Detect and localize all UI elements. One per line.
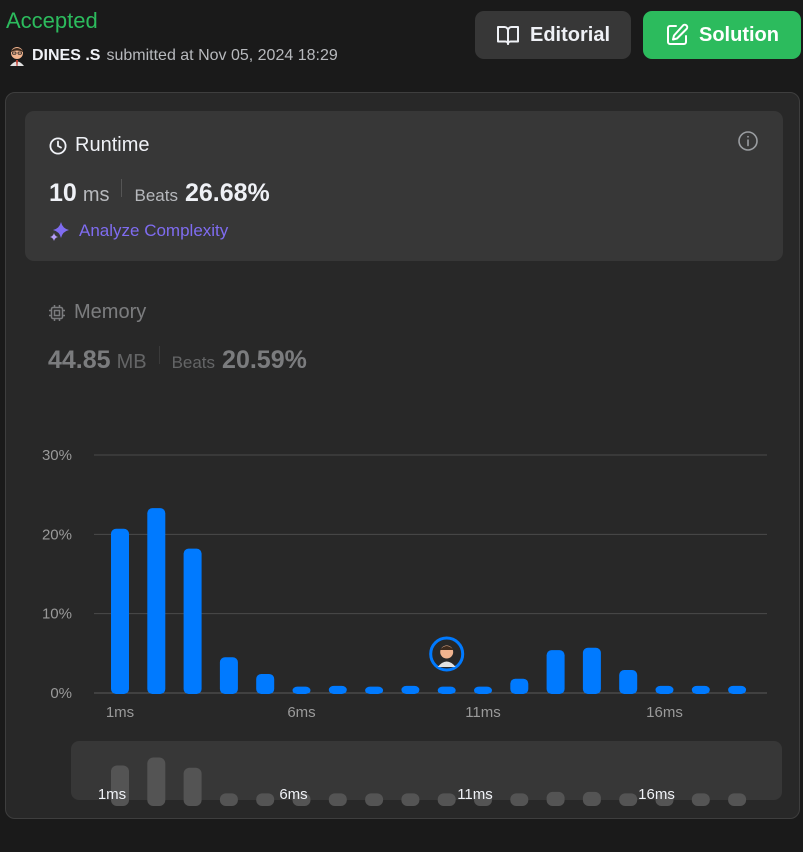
chart-bar[interactable]: [582, 647, 601, 694]
memory-title-row: Memory: [48, 301, 146, 324]
runtime-beats-value: 26.68%: [184, 179, 270, 207]
edit-icon: [667, 23, 689, 45]
memory-unit: MB: [116, 351, 147, 373]
overview-bar[interactable]: [582, 791, 601, 806]
memory-title: Memory: [74, 301, 147, 323]
overview-bar[interactable]: [510, 793, 529, 806]
overview-bar[interactable]: [292, 793, 311, 806]
editorial-button[interactable]: Editorial: [475, 11, 631, 59]
memory-beats-label: Beats: [171, 353, 216, 372]
chart-bar[interactable]: [256, 673, 275, 694]
overview-bar[interactable]: [256, 793, 275, 806]
memory-value-row: 44.85 MB Beats 20.59%: [48, 346, 307, 375]
chart-bar[interactable]: [619, 669, 638, 694]
editorial-label: Editorial: [529, 23, 610, 46]
chart-bar[interactable]: [691, 685, 710, 694]
chart-bar[interactable]: [183, 548, 202, 694]
chart-bar[interactable]: [728, 685, 747, 694]
runtime-beats-label: Beats: [134, 186, 178, 205]
book-icon: [496, 26, 519, 45]
submitted-time: submitted at Nov 05, 2024 18:29: [106, 47, 338, 64]
chart-bar[interactable]: [365, 686, 384, 694]
user-marker[interactable]: [429, 636, 465, 672]
memory-panel[interactable]: Memory 44.85 MB Beats 20.59%: [48, 301, 548, 401]
overview-bar[interactable]: [219, 793, 238, 806]
analyze-complexity-link[interactable]: Analyze Complexity: [49, 220, 228, 242]
solution-label: Solution: [699, 23, 779, 46]
overview-bar[interactable]: [183, 767, 202, 806]
overview-bar[interactable]: [437, 793, 456, 806]
runtime-panel[interactable]: Runtime 10 ms Beats 26.68% Analyze Compl…: [25, 111, 783, 261]
overview-bar[interactable]: [111, 765, 129, 806]
submission-info: DINES .S submitted at Nov 05, 2024 18:29: [8, 46, 338, 66]
overview-bar[interactable]: [401, 793, 420, 806]
chip-icon: [49, 304, 65, 321]
overview-bar[interactable]: [655, 793, 674, 806]
runtime-value-row: 10 ms Beats 26.68%: [49, 179, 270, 208]
runtime-value: 10: [49, 179, 77, 207]
chart-bar[interactable]: [328, 685, 347, 694]
overview-bar[interactable]: [365, 793, 384, 806]
solution-button[interactable]: Solution: [643, 11, 801, 59]
overview-bar[interactable]: [546, 791, 565, 806]
chart-bar[interactable]: [292, 686, 311, 694]
chart-bar[interactable]: [474, 686, 492, 694]
overview-bar[interactable]: [328, 793, 347, 806]
user-avatar-icon[interactable]: [8, 46, 26, 66]
result-card: Runtime 10 ms Beats 26.68% Analyze Compl…: [5, 92, 800, 819]
chart-bar[interactable]: [111, 528, 129, 694]
runtime-unit: ms: [82, 184, 110, 206]
chart-bar[interactable]: [655, 685, 674, 694]
clock-icon: [49, 137, 67, 154]
chart-bar[interactable]: [510, 678, 529, 694]
sparkle-icon: [50, 222, 69, 241]
status-accepted: Accepted: [6, 8, 98, 33]
overview-bar[interactable]: [474, 793, 492, 806]
overview-bar[interactable]: [728, 793, 747, 806]
memory-value: 44.85: [48, 346, 111, 374]
chart-bar[interactable]: [546, 650, 565, 694]
overview-bar[interactable]: [691, 793, 710, 806]
runtime-title: Runtime: [75, 134, 150, 156]
divider: [121, 179, 123, 197]
divider: [158, 346, 160, 364]
analyze-complexity-label: Analyze Complexity: [79, 221, 229, 240]
chart-bar[interactable]: [401, 685, 420, 694]
chart-bar[interactable]: [219, 657, 238, 694]
overview-bar[interactable]: [147, 757, 166, 806]
overview-bar[interactable]: [619, 793, 638, 806]
username[interactable]: DINES .S: [32, 47, 100, 65]
memory-beats-value: 20.59%: [222, 346, 307, 374]
runtime-title-row: Runtime: [49, 134, 149, 157]
info-icon[interactable]: [737, 130, 759, 152]
chart-bar[interactable]: [147, 508, 166, 694]
chart-bar[interactable]: [437, 686, 456, 694]
